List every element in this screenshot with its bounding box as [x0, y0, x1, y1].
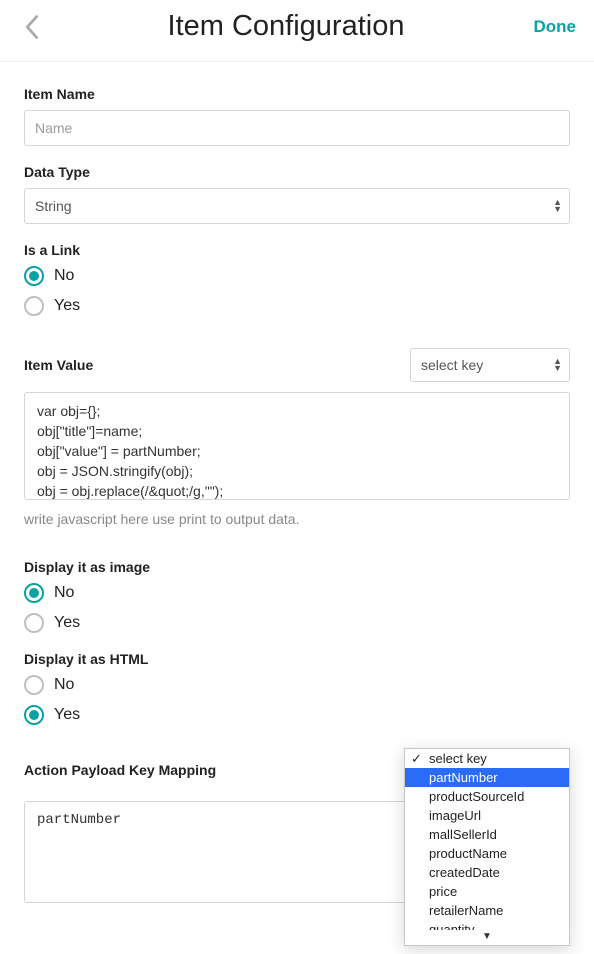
data-type-select[interactable]: String	[24, 188, 570, 224]
radio-icon	[24, 613, 44, 633]
header: Item Configuration Done	[0, 0, 594, 61]
radio-icon	[24, 675, 44, 695]
dropdown-option[interactable]: mallSellerId	[405, 825, 569, 844]
radio-icon	[24, 296, 44, 316]
display-image-block: Display it as image No Yes	[24, 559, 570, 633]
item-name-input[interactable]	[24, 110, 570, 146]
radio-icon	[24, 266, 44, 286]
radio-label-yes: Yes	[54, 614, 80, 632]
display-image-radio-no[interactable]: No	[24, 583, 570, 603]
back-button[interactable]	[18, 13, 46, 41]
chevron-left-icon	[25, 15, 39, 39]
display-html-block: Display it as HTML No Yes	[24, 651, 570, 725]
item-value-label: Item Value	[24, 357, 93, 373]
dropdown-more-icon[interactable]: ▼	[405, 930, 569, 945]
dropdown-option[interactable]: productName	[405, 844, 569, 863]
item-value-code[interactable]	[24, 392, 570, 500]
is-link-radio-no[interactable]: No	[24, 266, 570, 286]
key-dropdown-popup: select key partNumber productSourceId im…	[404, 748, 570, 946]
dropdown-option[interactable]: createdDate	[405, 863, 569, 882]
dropdown-option[interactable]: productSourceId	[405, 787, 569, 806]
display-html-label: Display it as HTML	[24, 651, 570, 667]
is-link-radio-yes[interactable]: Yes	[24, 296, 570, 316]
radio-label-no: No	[54, 584, 74, 602]
display-image-label: Display it as image	[24, 559, 570, 575]
item-value-key-select[interactable]: select key	[410, 348, 570, 382]
header-divider	[0, 61, 594, 62]
is-link-block: Is a Link No Yes	[24, 242, 570, 316]
display-html-radio-no[interactable]: No	[24, 675, 570, 695]
data-type-value: String	[35, 198, 72, 214]
dropdown-option[interactable]: quantity	[405, 920, 569, 930]
item-value-block: Item Value select key ▲▼ write javascrip…	[24, 348, 570, 527]
display-image-radio-yes[interactable]: Yes	[24, 613, 570, 633]
radio-label-no: No	[54, 676, 74, 694]
display-html-radio-yes[interactable]: Yes	[24, 705, 570, 725]
dropdown-option[interactable]: retailerName	[405, 901, 569, 920]
radio-label-yes: Yes	[54, 706, 80, 724]
payload-mapping-label: Action Payload Key Mapping	[24, 762, 216, 778]
item-value-help: write javascript here use print to outpu…	[24, 511, 570, 527]
dropdown-option[interactable]: partNumber	[405, 768, 569, 787]
dropdown-option[interactable]: imageUrl	[405, 806, 569, 825]
dropdown-option-placeholder[interactable]: select key	[405, 749, 569, 768]
done-button[interactable]: Done	[526, 17, 576, 37]
data-type-label: Data Type	[24, 164, 570, 180]
radio-label-yes: Yes	[54, 297, 80, 315]
data-type-block: Data Type String ▲▼	[24, 164, 570, 224]
item-value-key-placeholder: select key	[421, 357, 483, 373]
item-name-label: Item Name	[24, 86, 570, 102]
item-name-block: Item Name	[24, 86, 570, 146]
radio-label-no: No	[54, 267, 74, 285]
radio-icon	[24, 583, 44, 603]
radio-icon	[24, 705, 44, 725]
is-link-label: Is a Link	[24, 242, 570, 258]
page-title: Item Configuration	[46, 10, 526, 43]
dropdown-option[interactable]: price	[405, 882, 569, 901]
content: Item Name Data Type String ▲▼ Is a Link …	[0, 86, 594, 954]
